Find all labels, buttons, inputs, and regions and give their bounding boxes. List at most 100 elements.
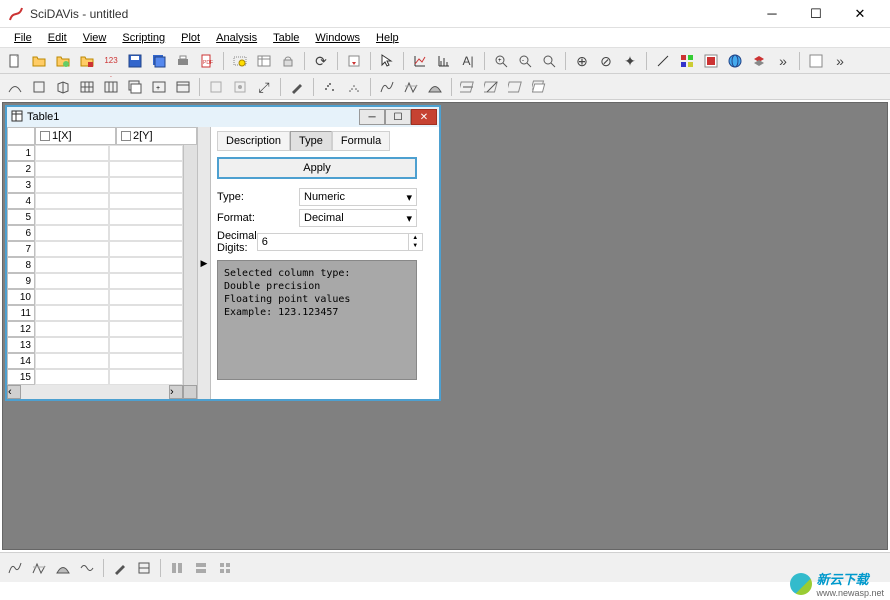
decimal-digits-spinner[interactable]: ▲▼ — [257, 233, 423, 251]
apply-button[interactable]: Apply — [217, 157, 417, 179]
cell[interactable] — [109, 145, 183, 161]
grid-button[interactable] — [76, 76, 98, 98]
cell[interactable] — [35, 177, 109, 193]
menu-table[interactable]: Table — [265, 30, 307, 46]
unlink-button[interactable] — [205, 76, 227, 98]
add-h-button[interactable]: ⊕ — [571, 50, 593, 72]
cell[interactable] — [35, 305, 109, 321]
row-header[interactable]: 14 — [7, 353, 35, 369]
expand-button[interactable]: ⤢ — [253, 76, 275, 98]
menu-windows[interactable]: Windows — [307, 30, 368, 46]
cell[interactable] — [35, 225, 109, 241]
subwin-minimize-button[interactable]: ─ — [359, 109, 385, 125]
cell[interactable] — [35, 289, 109, 305]
density-button[interactable] — [343, 76, 365, 98]
refresh-button[interactable]: ⟳ — [310, 50, 332, 72]
bt-curve-fit[interactable] — [4, 557, 26, 579]
minimize-button[interactable]: ─ — [750, 2, 794, 26]
cell[interactable] — [109, 369, 183, 385]
cell[interactable] — [109, 305, 183, 321]
close-button[interactable]: ✕ — [838, 2, 882, 26]
curve-button[interactable] — [4, 76, 26, 98]
cell[interactable] — [109, 257, 183, 273]
save-button[interactable] — [124, 50, 146, 72]
type-select[interactable]: Numeric▾ — [299, 188, 417, 206]
row-header[interactable]: 11 — [7, 305, 35, 321]
tab-description[interactable]: Description — [217, 131, 290, 151]
add-v-button[interactable]: ⊘ — [595, 50, 617, 72]
grid-stack-button[interactable] — [124, 76, 146, 98]
cell[interactable] — [35, 273, 109, 289]
cell[interactable] — [35, 321, 109, 337]
cell[interactable] — [109, 353, 183, 369]
row-header[interactable]: 12 — [7, 321, 35, 337]
row-header[interactable]: 6 — [7, 225, 35, 241]
bt-layout3[interactable] — [214, 557, 236, 579]
bt-layout2[interactable] — [190, 557, 212, 579]
row-header[interactable]: 7 — [7, 241, 35, 257]
subwin-close-button[interactable]: ✕ — [411, 109, 437, 125]
cell[interactable] — [35, 241, 109, 257]
box-button[interactable] — [28, 76, 50, 98]
open-folder-button[interactable] — [28, 50, 50, 72]
cell[interactable] — [109, 161, 183, 177]
cell[interactable] — [35, 193, 109, 209]
curve-area-button[interactable] — [424, 76, 446, 98]
new-file-button[interactable] — [4, 50, 26, 72]
row-header[interactable]: 10 — [7, 289, 35, 305]
cell[interactable] — [35, 353, 109, 369]
row-header[interactable]: 3 — [7, 177, 35, 193]
export-button[interactable] — [343, 50, 365, 72]
row-header[interactable]: 2 — [7, 161, 35, 177]
row-header[interactable]: 5 — [7, 209, 35, 225]
table-window-button[interactable] — [253, 50, 275, 72]
grid-insert-button[interactable]: + — [148, 76, 170, 98]
horizontal-scrollbar[interactable]: ‹› — [7, 385, 197, 399]
menu-view[interactable]: View — [75, 30, 115, 46]
menu-plot[interactable]: Plot — [173, 30, 208, 46]
pointer-button[interactable] — [376, 50, 398, 72]
bt-curve-smooth[interactable] — [76, 557, 98, 579]
cell[interactable] — [109, 177, 183, 193]
template-button[interactable]: 123· — [100, 50, 122, 72]
row-header[interactable]: 4 — [7, 193, 35, 209]
open-project-button[interactable] — [52, 50, 74, 72]
more-button[interactable]: » — [772, 50, 794, 72]
cell[interactable] — [109, 321, 183, 337]
add-star-button[interactable]: ✦ — [619, 50, 641, 72]
menu-analysis[interactable]: Analysis — [208, 30, 265, 46]
layers-button[interactable] — [748, 50, 770, 72]
row-header[interactable]: 13 — [7, 337, 35, 353]
cell[interactable] — [35, 337, 109, 353]
link-button[interactable] — [229, 76, 251, 98]
vertical-scrollbar[interactable] — [183, 145, 197, 385]
globe-button[interactable] — [724, 50, 746, 72]
pdf-button[interactable]: PDF — [196, 50, 218, 72]
line-tool-button[interactable] — [652, 50, 674, 72]
maximize-button[interactable]: ☐ — [794, 2, 838, 26]
curve-fit-button[interactable] — [376, 76, 398, 98]
curve-peak-button[interactable] — [400, 76, 422, 98]
bt-curve-peak[interactable] — [28, 557, 50, 579]
palette-button[interactable] — [676, 50, 698, 72]
cell[interactable] — [109, 225, 183, 241]
more2-button[interactable]: » — [829, 50, 851, 72]
row-header[interactable]: 9 — [7, 273, 35, 289]
select-region-button[interactable] — [229, 50, 251, 72]
cell[interactable] — [109, 273, 183, 289]
prefs-button[interactable] — [805, 50, 827, 72]
bt-layout1[interactable] — [166, 557, 188, 579]
subwin-maximize-button[interactable]: ☐ — [385, 109, 411, 125]
spinner-up[interactable]: ▲ — [408, 234, 422, 242]
bt-curve-area[interactable] — [52, 557, 74, 579]
menu-file[interactable]: File — [6, 30, 40, 46]
panel-collapse-handle[interactable]: ▶ — [197, 127, 211, 399]
bt-wizard[interactable] — [109, 557, 131, 579]
cell[interactable] — [35, 145, 109, 161]
row-header[interactable]: 8 — [7, 257, 35, 273]
lock-button[interactable] — [277, 50, 299, 72]
graph-button[interactable] — [409, 50, 431, 72]
tab-formula[interactable]: Formula — [332, 131, 390, 151]
cell[interactable] — [109, 193, 183, 209]
row-header[interactable]: 15 — [7, 369, 35, 385]
